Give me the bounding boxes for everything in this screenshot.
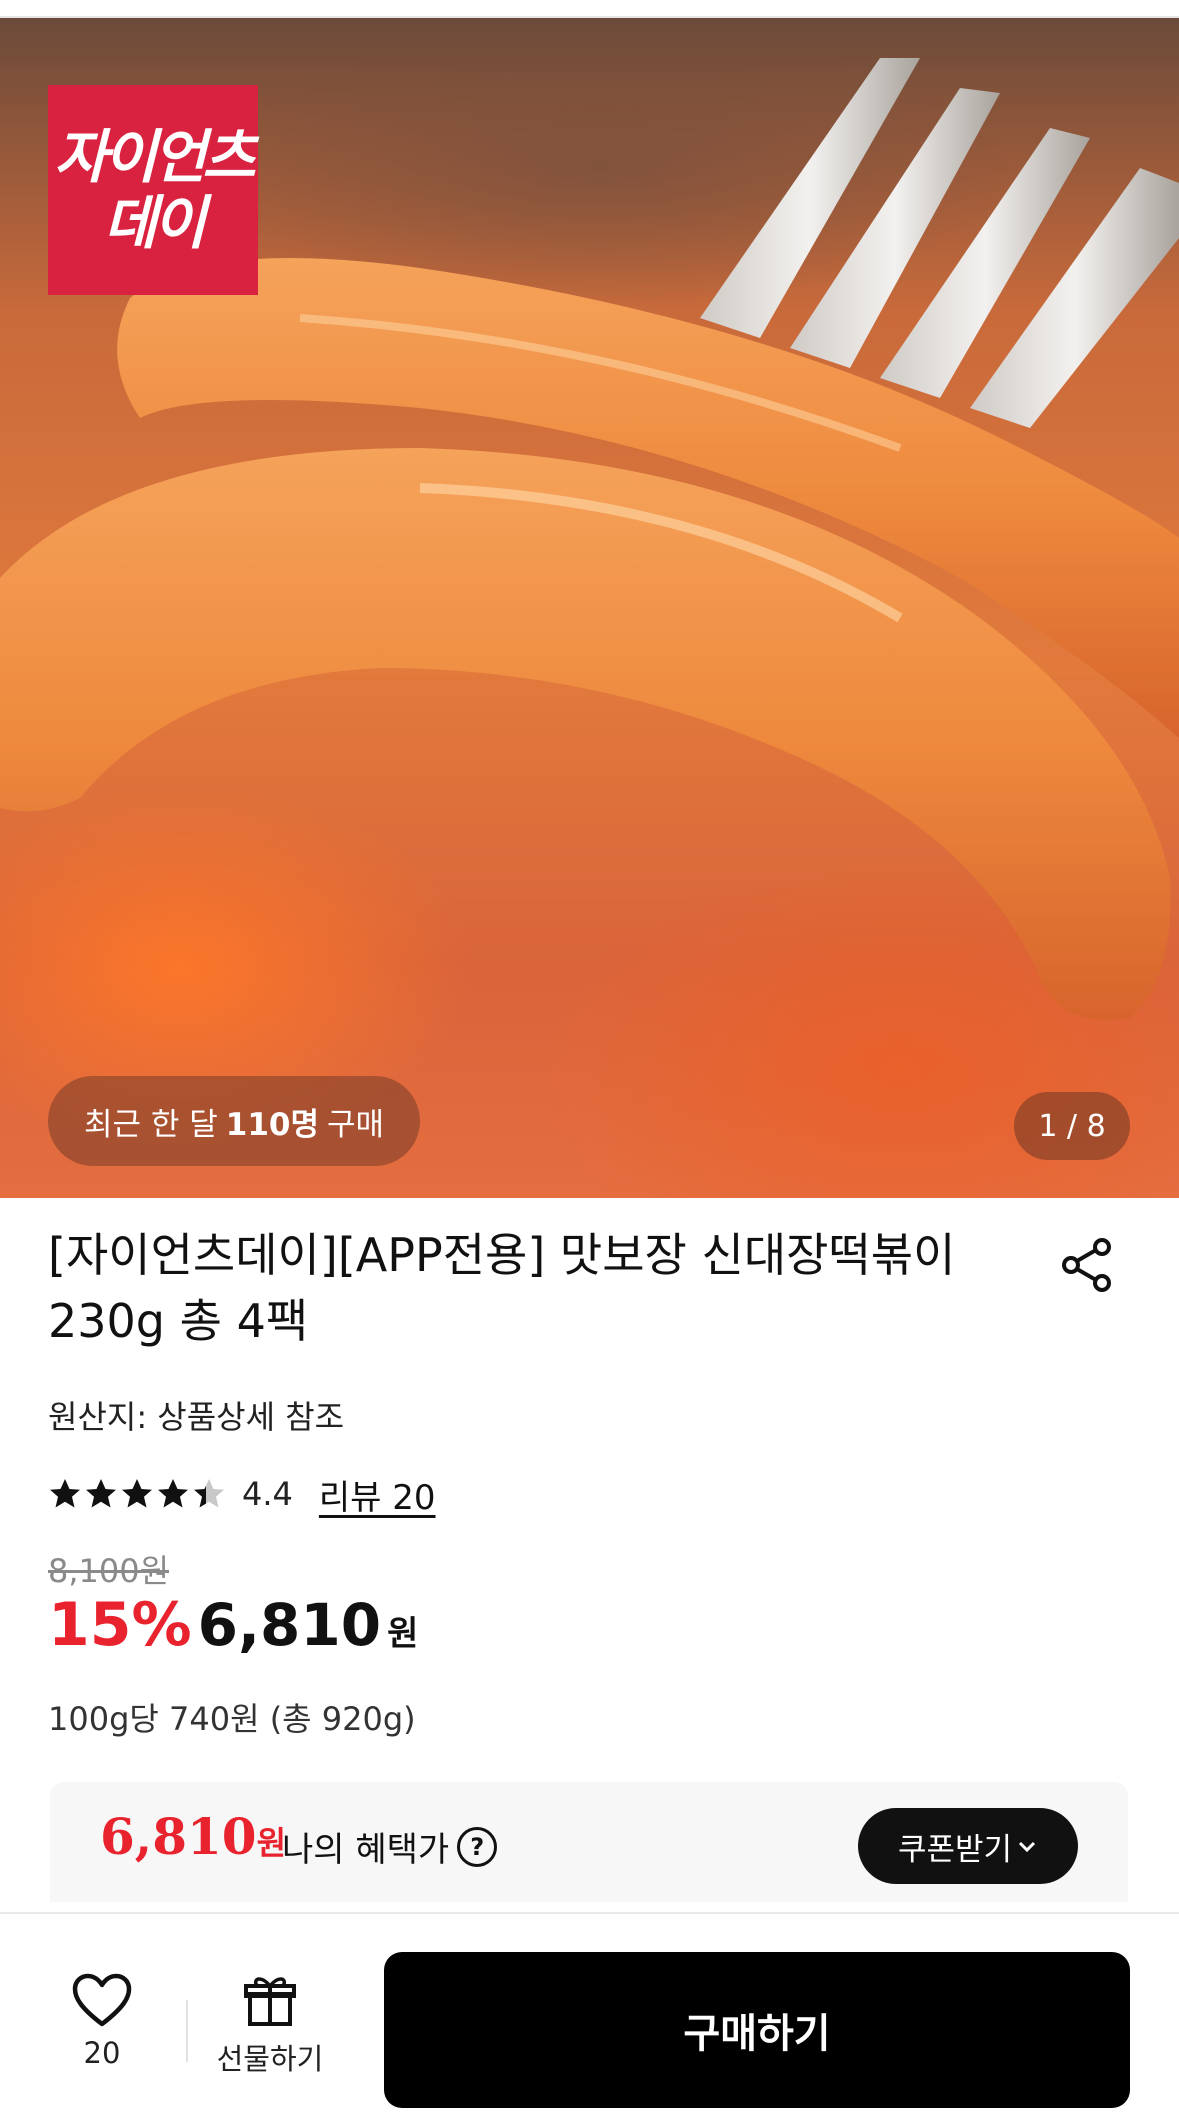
benefit-price-box: 6,810원 나의 혜택가 ? 쿠폰받기	[50, 1782, 1128, 1902]
star-icon	[194, 1479, 224, 1508]
chevron-down-icon	[1018, 1841, 1036, 1853]
benefit-label-text: 나의 혜택가	[282, 1830, 450, 1870]
star-icon	[158, 1479, 188, 1508]
star-icon	[50, 1479, 80, 1508]
bottom-action-bar: 20 선물하기 구매하기	[0, 1912, 1179, 2127]
recent-purchase-badge: 최근 한 달 110명 구매	[48, 1076, 421, 1166]
rating-value: 4.4	[242, 1475, 293, 1513]
brand-logo: 자이언츠 데이	[48, 85, 258, 295]
benefit-label: 나의 혜택가 ?	[282, 1822, 498, 1871]
top-edge	[0, 0, 1179, 18]
gift-label: 선물하기	[216, 2042, 324, 2076]
rating-stars	[48, 1477, 226, 1511]
star-icon	[122, 1479, 152, 1508]
star-icon	[86, 1479, 116, 1508]
coupon-button[interactable]: 쿠폰받기	[858, 1808, 1078, 1884]
recent-count: 110명	[225, 1106, 320, 1143]
review-link[interactable]: 리뷰 20	[319, 1470, 436, 1519]
price-row: 15% 6,810 원	[48, 1590, 418, 1660]
wishlist-button[interactable]: 20	[60, 1972, 144, 2070]
image-page-counter: 1 / 8	[1014, 1092, 1130, 1160]
question-icon[interactable]: ?	[457, 1826, 498, 1867]
recent-prefix: 최근 한 달	[84, 1106, 218, 1143]
brand-logo-line2: 데이	[103, 189, 207, 257]
product-title: [자이언츠데이][APP전용] 맛보장 신대장떡볶이 230g 총 4팩	[48, 1228, 956, 1348]
gift-button[interactable]: 선물하기	[210, 1972, 330, 2078]
product-image-carousel[interactable]: 자이언츠 데이 최근 한 달 110명 구매 1 / 8	[0, 18, 1179, 1198]
recent-suffix: 구매	[327, 1106, 385, 1143]
benefit-price-value: 6,810	[100, 1807, 257, 1866]
buy-button[interactable]: 구매하기	[384, 1952, 1130, 2108]
share-icon[interactable]	[1058, 1236, 1116, 1294]
sale-price: 6,810	[197, 1591, 382, 1659]
benefit-price: 6,810원	[100, 1807, 286, 1866]
unit-price: 100g당 740원 (총 920g)	[48, 1700, 416, 1738]
discount-rate: 15%	[48, 1590, 192, 1660]
origin-info: 원산지: 상품상세 참조	[48, 1398, 345, 1436]
brand-logo-line1: 자이언츠	[54, 123, 255, 191]
coupon-button-label: 쿠폰받기	[897, 1831, 1013, 1868]
wishlist-count: 20	[83, 2036, 121, 2070]
sale-price-unit: 원	[387, 1614, 419, 1654]
gift-icon	[244, 1977, 296, 2026]
divider	[186, 2000, 188, 2062]
original-price: 8,100원	[48, 1552, 170, 1590]
heart-icon	[72, 1973, 132, 2027]
rating-row: 4.4 리뷰 20	[48, 1470, 436, 1519]
